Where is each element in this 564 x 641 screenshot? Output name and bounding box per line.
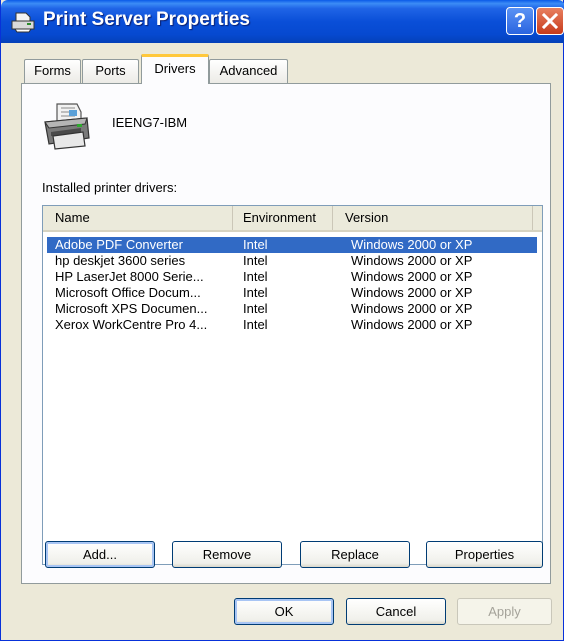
driver-list[interactable]: Name Environment Version Adobe PDF Conve… <box>42 205 543 565</box>
driver-version: Windows 2000 or XP <box>351 269 473 284</box>
replace-button[interactable]: Replace <box>300 541 410 568</box>
driver-version: Windows 2000 or XP <box>351 317 473 332</box>
close-button[interactable] <box>536 7 564 35</box>
driver-environment: Intel <box>243 237 268 252</box>
tab-forms[interactable]: Forms <box>24 59 81 83</box>
tab-ports[interactable]: Ports <box>82 59 139 83</box>
driver-name: hp deskjet 3600 series <box>55 253 186 268</box>
tab-advanced[interactable]: Advanced <box>209 59 288 83</box>
driver-environment: Intel <box>243 301 268 316</box>
driver-version: Windows 2000 or XP <box>351 301 473 316</box>
printer-icon <box>11 12 35 33</box>
driver-name: HP LaserJet 8000 Serie... <box>55 269 204 284</box>
driver-name: Microsoft XPS Documen... <box>55 301 208 316</box>
installed-drivers-label: Installed printer drivers: <box>42 180 178 195</box>
title-bar[interactable]: Print Server Properties ? <box>1 0 564 43</box>
remove-button[interactable]: Remove <box>172 541 282 568</box>
table-row[interactable]: HP LaserJet 8000 Serie... Intel Windows … <box>47 269 537 285</box>
close-icon <box>541 12 559 30</box>
driver-version: Windows 2000 or XP <box>351 237 473 252</box>
driver-environment: Intel <box>243 285 268 300</box>
column-header-environment[interactable]: Environment <box>233 206 333 230</box>
table-row[interactable]: Microsoft XPS Documen... Intel Windows 2… <box>47 301 537 317</box>
add-button[interactable]: Add... <box>45 541 155 568</box>
properties-button[interactable]: Properties <box>426 541 543 568</box>
print-server-properties-window: Print Server Properties ? Forms Ports Dr… <box>0 0 564 641</box>
apply-button[interactable]: Apply <box>457 598 552 625</box>
tab-drivers[interactable]: Drivers <box>141 54 209 84</box>
server-name: IEENG7-IBM <box>112 115 188 130</box>
table-row[interactable]: hp deskjet 3600 series Intel Windows 200… <box>47 253 537 269</box>
ok-button[interactable]: OK <box>234 598 334 625</box>
printer-icon <box>44 103 90 150</box>
driver-name: Adobe PDF Converter <box>55 237 183 252</box>
driver-version: Windows 2000 or XP <box>351 253 473 268</box>
table-row[interactable]: Adobe PDF Converter Intel Windows 2000 o… <box>47 237 537 253</box>
driver-name: Xerox WorkCentre Pro 4... <box>55 317 208 332</box>
help-button[interactable]: ? <box>506 7 534 35</box>
table-row[interactable]: Microsoft Office Docum... Intel Windows … <box>47 285 537 301</box>
driver-environment: Intel <box>243 269 268 284</box>
column-header-version[interactable]: Version <box>333 206 533 230</box>
driver-version: Windows 2000 or XP <box>351 285 473 300</box>
table-row[interactable]: Xerox WorkCentre Pro 4... Intel Windows … <box>47 317 537 333</box>
column-header-name[interactable]: Name <box>43 206 233 230</box>
list-header: Name Environment Version <box>43 206 542 232</box>
driver-name: Microsoft Office Docum... <box>55 285 201 300</box>
driver-environment: Intel <box>243 253 268 268</box>
driver-environment: Intel <box>243 317 268 332</box>
cancel-button[interactable]: Cancel <box>346 598 446 625</box>
window-title: Print Server Properties <box>43 9 250 30</box>
